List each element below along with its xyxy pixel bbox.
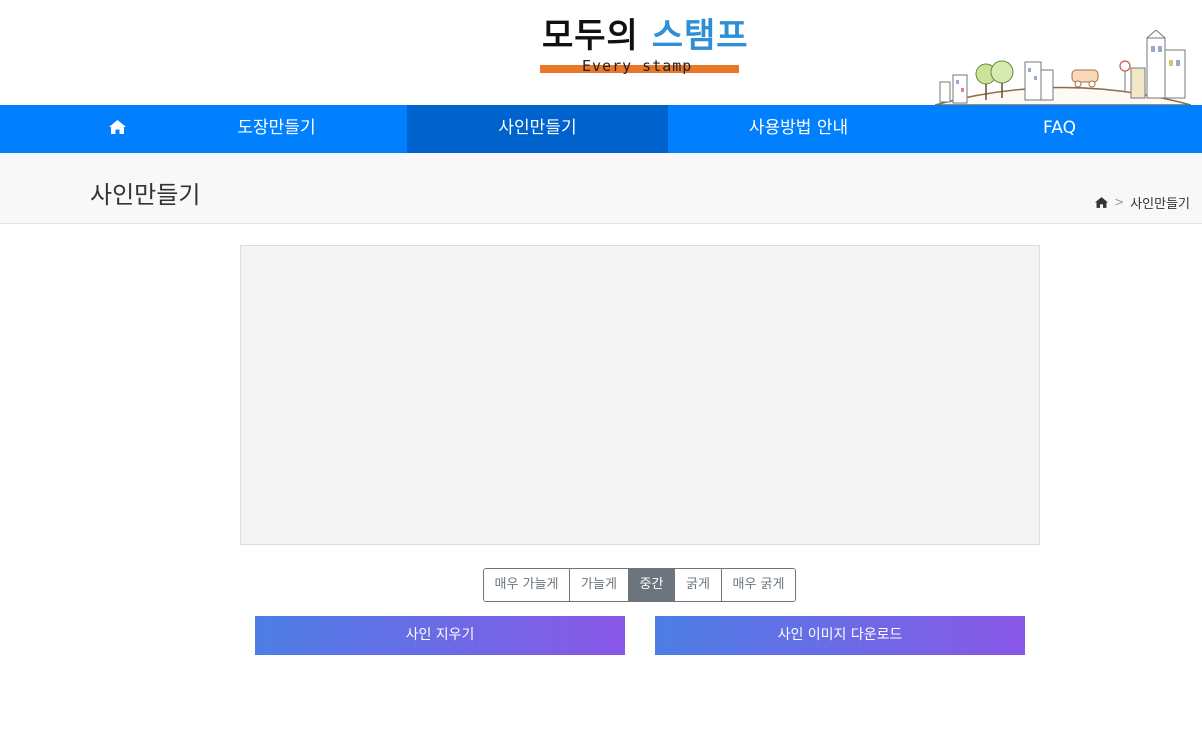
breadcrumb-current: 사인만들기 — [1130, 196, 1190, 212]
site-logo[interactable]: 모두의 스탬프 Every stamp — [538, 12, 748, 80]
breadcrumb: > 사인만들기 — [1095, 193, 1190, 212]
main-nav: 도장만들기 사인만들기 사용방법 안내 FAQ — [0, 105, 1202, 153]
signature-canvas[interactable] — [240, 245, 1040, 545]
thickness-medium-button[interactable]: 중간 — [629, 569, 675, 601]
page-title: 사인만들기 — [90, 181, 201, 209]
pen-thickness-group: 매우 가늘게 가늘게 중간 굵게 매우 굵게 — [483, 568, 796, 602]
thickness-very-thin-button[interactable]: 매우 가늘게 — [484, 569, 570, 601]
logo-wordmark: 모두의 스탬프 — [542, 14, 749, 58]
download-signature-button[interactable]: 사인 이미지 다운로드 — [655, 616, 1025, 655]
logo-english-text: Every stamp — [582, 57, 693, 75]
thickness-very-thick-button[interactable]: 매우 굵게 — [722, 569, 795, 601]
thickness-thick-button[interactable]: 굵게 — [675, 569, 722, 601]
nav-item-stamp-maker[interactable]: 도장만들기 — [146, 105, 407, 153]
logo-text-modu: 모두의 — [542, 16, 639, 56]
nav-item-faq[interactable]: FAQ — [929, 105, 1190, 153]
home-icon — [109, 120, 126, 134]
site-header: 모두의 스탬프 Every stamp — [0, 0, 1202, 105]
nav-item-signature-maker[interactable]: 사인만들기 — [407, 105, 668, 153]
logo-text-stamp: 스탬프 — [651, 16, 749, 56]
home-icon[interactable] — [1095, 196, 1109, 208]
thickness-thin-button[interactable]: 가늘게 — [570, 569, 629, 601]
nav-item-usage-guide[interactable]: 사용방법 안내 — [668, 105, 929, 153]
breadcrumb-separator: > — [1114, 195, 1125, 209]
nav-home[interactable] — [90, 105, 145, 153]
city-illustration-icon — [935, 30, 1191, 105]
page-title-band: 사인만들기 > 사인만들기 — [0, 153, 1202, 224]
clear-signature-button[interactable]: 사인 지우기 — [255, 616, 625, 655]
